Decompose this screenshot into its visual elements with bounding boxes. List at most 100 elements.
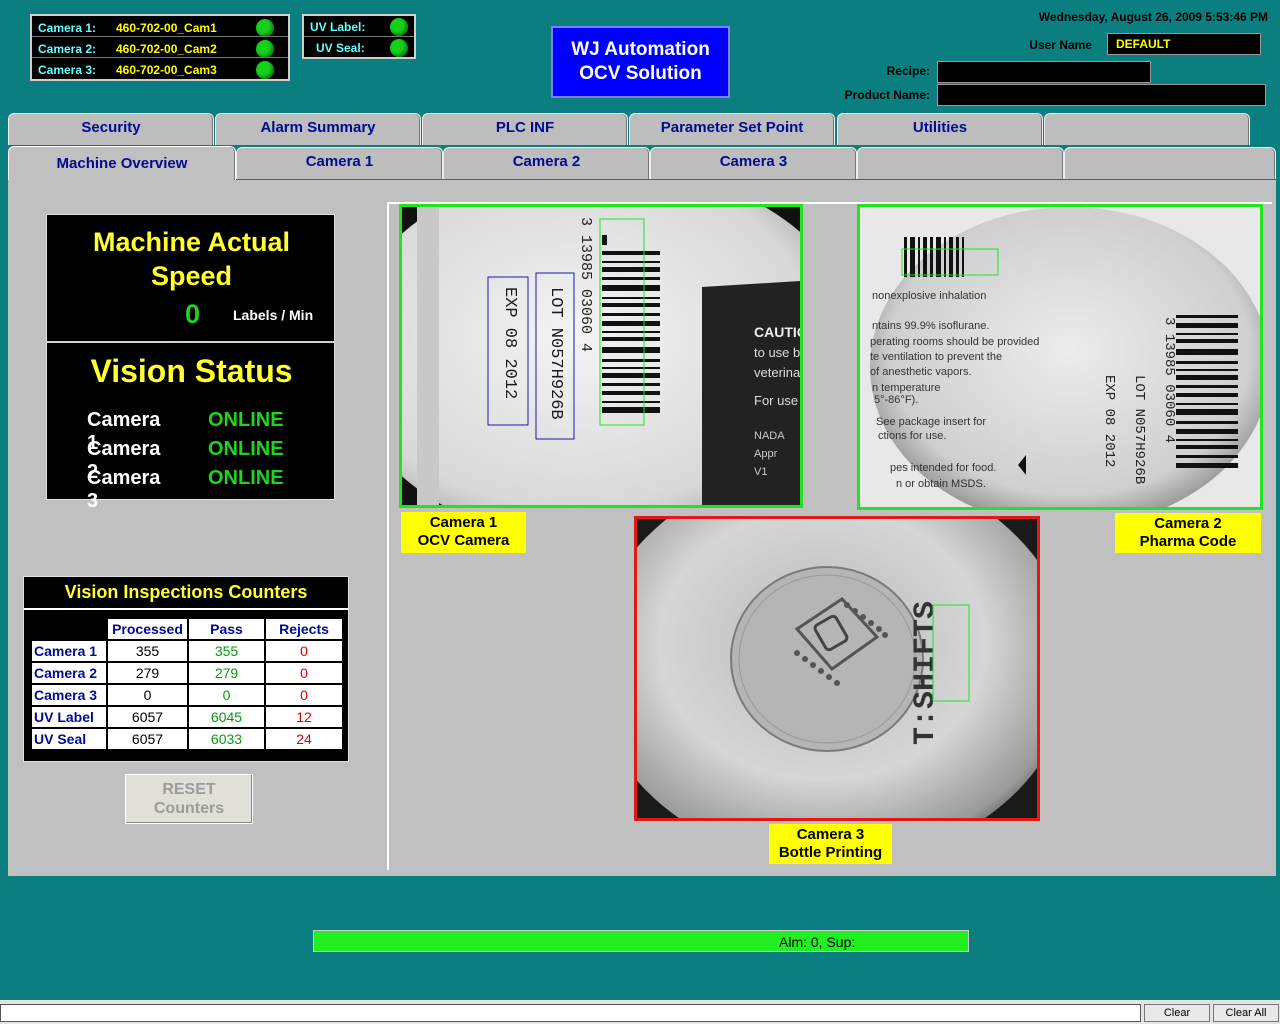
uv-seal-label: UV Seal: (316, 41, 365, 55)
vision-status-camera: Camera 3 (87, 467, 161, 512)
tab-camera-1[interactable]: Camera 1 (236, 147, 443, 179)
vision-status-value: ONLINE (208, 409, 284, 431)
camera-2-label: Camera 2: (38, 42, 97, 56)
table-row: UV Seal 6057 6033 24 (30, 727, 344, 751)
tab-camera-2[interactable]: Camera 2 (443, 147, 650, 179)
divider (47, 341, 334, 343)
camera-3-caption-line-1: Camera 3 (796, 826, 865, 843)
vision-inspection-counters-panel: Vision Inspections Counters Processed Pa… (23, 576, 349, 762)
camera-3-status-led-icon (256, 61, 274, 79)
tab-blank-2[interactable] (1064, 147, 1276, 179)
camera-2-recipe: 460-702-00_Cam2 (116, 42, 217, 56)
reset-counters-button[interactable]: RESET Counters (125, 774, 253, 824)
recipe-label: Recipe: (886, 64, 930, 78)
pass-count: 6033 (187, 727, 266, 751)
tab-security[interactable]: Security (8, 113, 214, 145)
cam1-line: V1 (754, 466, 767, 478)
brand-line-2: OCV Solution (579, 63, 702, 84)
processed-count: 279 (106, 661, 189, 685)
uv-status-panel: UV Label: UV Seal: (302, 14, 416, 59)
camera-2-caption-line-1: Camera 2 (1154, 515, 1222, 532)
alarm-status-bar[interactable]: Alm: 0, Sup: (313, 930, 969, 952)
cam2-exp-text: EXP 08 2012 (1101, 375, 1117, 467)
cam1-barcode-number: 3 13985 03060 4 (577, 217, 594, 352)
cam2-line: ntains 99.9% isoflurane. (872, 320, 989, 332)
cam2-line: te ventilation to prevent the (870, 351, 1002, 363)
camera-2-image-svg: nonexplosive inhalation ntains 99.9% iso… (860, 207, 1260, 507)
tab-parameter-set-point[interactable]: Parameter Set Point (629, 113, 835, 145)
rejects-count: 0 (264, 639, 344, 663)
cam2-line: perating rooms should be provided (870, 336, 1039, 348)
tab-plc-inf[interactable]: PLC INF (422, 113, 628, 145)
cam3-print-text: T:SHIFTS (909, 601, 943, 745)
recipe-field[interactable] (937, 61, 1151, 83)
cam1-line: Appr (754, 448, 778, 460)
clear-all-button[interactable]: Clear All (1213, 1004, 1279, 1022)
cam1-line: to use b (754, 345, 800, 360)
uv-label-label: UV Label: (310, 20, 366, 34)
row-label: UV Seal (30, 727, 108, 751)
cam1-exp-text: EXP 08 2012 (500, 287, 519, 399)
camera-1-caption-line-1: Camera 1 (429, 514, 498, 531)
reset-button-line-2: Counters (153, 800, 225, 817)
brand-line-1: WJ Automation (571, 39, 710, 60)
product-name-label: Product Name: (844, 88, 930, 102)
cam2-line: of anesthetic vapors. (870, 366, 972, 378)
vision-status-title: Vision Status (90, 353, 293, 389)
camera-3-status-row: Camera 3: 460-702-00_Cam3 (38, 60, 288, 80)
camera-3-label: Camera 3: (38, 63, 97, 77)
tab-camera-3[interactable]: Camera 3 (650, 147, 857, 179)
cam2-line: n or obtain MSDS. (896, 478, 986, 490)
camera-2-status-row: Camera 2: 460-702-00_Cam2 (38, 39, 288, 59)
message-input[interactable] (0, 1004, 1141, 1022)
header-pass: Pass (187, 617, 266, 641)
clear-button[interactable]: Clear (1144, 1004, 1210, 1022)
camera-1-caption-line-2: OCV Camera (417, 532, 510, 549)
camera-3-image[interactable]: T:SHIFTS (634, 516, 1040, 821)
machine-speed-unit: Labels / Min (233, 307, 314, 323)
message-strip: Clear Clear All (0, 1000, 1280, 1024)
cam1-lot-text: LOT N057H926B (546, 287, 565, 420)
alarm-status-text: Alm: 0, Sup: (779, 934, 856, 950)
camera-2-image[interactable]: nonexplosive inhalation ntains 99.9% iso… (857, 204, 1263, 510)
vision-status-value: ONLINE (208, 438, 284, 460)
uv-label-status-led-icon (390, 18, 408, 36)
camera-1-image[interactable]: 3 13985 03060 4 EXP 08 2012 LOT N057H926… (399, 204, 803, 508)
camera-1-label: Camera 1: (38, 21, 97, 35)
pass-count: 279 (187, 661, 266, 685)
header-processed: Processed (106, 617, 189, 641)
vision-status-value: ONLINE (208, 467, 284, 489)
rejects-count: 12 (264, 705, 344, 729)
tab-alarm-summary[interactable]: Alarm Summary (215, 113, 421, 145)
table-row: Camera 1 355 355 0 (30, 639, 344, 663)
counters-title: Vision Inspections Counters (64, 582, 308, 602)
uv-seal-status-led-icon (390, 39, 408, 57)
camera-1-image-svg: 3 13985 03060 4 EXP 08 2012 LOT N057H926… (402, 207, 800, 505)
machine-speed-title-line-2: Speed (150, 261, 233, 291)
camera-1-recipe: 460-702-00_Cam1 (116, 21, 217, 35)
user-name-field[interactable]: DEFAULT (1107, 33, 1261, 55)
machine-speed-title-line-1: Machine Actual (92, 227, 291, 257)
uv-seal-status-row: UV Seal: (308, 38, 414, 58)
row-label: Camera 1 (30, 639, 108, 663)
camera-recipe-status-panel: Camera 1: 460-702-00_Cam1 Camera 2: 460-… (30, 14, 290, 81)
cam2-line: pes intended for food. (890, 462, 996, 474)
header-rejects: Rejects (264, 617, 344, 641)
counters-header-row: Processed Pass Rejects (30, 617, 344, 641)
tab-blank-1[interactable] (857, 147, 1064, 179)
camera-2-caption: Camera 2 Pharma Code (1115, 513, 1261, 553)
processed-count: 6057 (106, 705, 189, 729)
divider (24, 608, 348, 610)
brand-banner: WJ Automation OCV Solution (551, 26, 730, 98)
cam2-line: ctions for use. (878, 430, 946, 442)
product-name-field[interactable] (937, 84, 1266, 106)
cam1-line: For use (754, 393, 798, 408)
camera-1-status-led-icon (256, 19, 274, 37)
rejects-count: 24 (264, 727, 344, 751)
cam1-caution-text: CAUTIO (754, 324, 800, 340)
tab-utilities[interactable]: Utilities (837, 113, 1043, 145)
tab-machine-overview[interactable]: Machine Overview (8, 146, 236, 184)
cam2-line: nonexplosive inhalation (872, 290, 986, 302)
tab-blank-top[interactable] (1044, 113, 1250, 145)
header-blank (30, 617, 108, 641)
